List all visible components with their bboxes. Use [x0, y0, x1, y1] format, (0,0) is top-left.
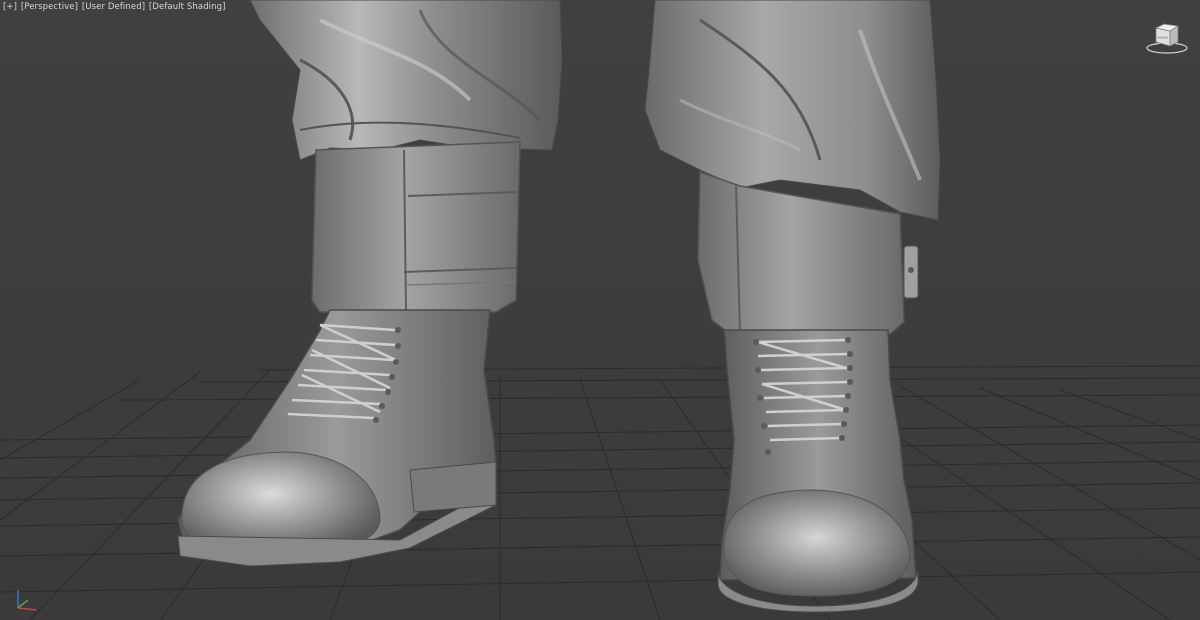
left-gaiter [311, 141, 521, 313]
viewport-label-bar: [+] [Perspective] [User Defined] [Defaul… [3, 2, 227, 12]
right-boot [717, 329, 919, 613]
viewcube[interactable]: FRONT [1142, 18, 1192, 58]
view-type-menu[interactable]: [Perspective] [21, 2, 78, 12]
camera-menu[interactable]: [User Defined] [82, 2, 145, 12]
axis-tripod-icon [17, 590, 37, 611]
viewcube-face-label: FRONT [1158, 36, 1169, 40]
viewport-menu-button[interactable]: [+] [3, 2, 17, 12]
shading-mode-menu[interactable]: [Default Shading] [149, 2, 226, 12]
scene-canvas[interactable] [0, 0, 1200, 620]
viewport[interactable]: [+] [Perspective] [User Defined] [Defaul… [0, 0, 1200, 620]
